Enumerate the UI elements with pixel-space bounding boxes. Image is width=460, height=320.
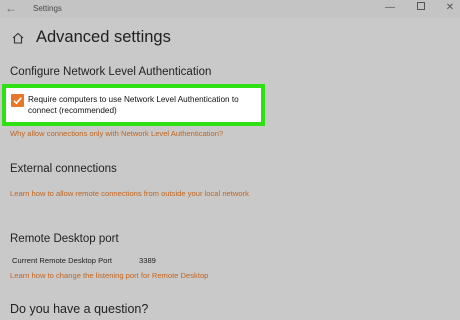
rdp-port-heading: Remote Desktop port [10, 233, 119, 245]
nla-heading: Configure Network Level Authentication [10, 66, 212, 78]
checkmark-icon [13, 97, 22, 105]
nla-why-link[interactable]: Why allow connections only with Network … [10, 128, 223, 139]
rdp-port-value: 3389 [139, 256, 156, 265]
nla-checkbox[interactable] [11, 94, 24, 107]
nla-checkbox-label[interactable]: Require computers to use Network Level A… [28, 94, 260, 116]
minimize-button[interactable]: — [380, 1, 400, 15]
rdp-port-label: Current Remote Desktop Port [12, 256, 113, 265]
back-button[interactable]: ← [4, 1, 18, 15]
maximize-button[interactable] [411, 1, 431, 15]
window-title: Settings [33, 4, 62, 13]
maximize-icon [417, 2, 425, 10]
title-bar: ← Settings — ✕ [0, 0, 460, 18]
change-port-link[interactable]: Learn how to change the listening port f… [10, 270, 208, 281]
page-title: Advanced settings [36, 28, 171, 46]
close-button[interactable]: ✕ [440, 1, 460, 15]
home-icon[interactable] [12, 31, 24, 44]
external-heading: External connections [10, 163, 117, 175]
external-connections-link[interactable]: Learn how to allow remote connections fr… [10, 188, 270, 199]
question-heading: Do you have a question? [10, 302, 149, 316]
